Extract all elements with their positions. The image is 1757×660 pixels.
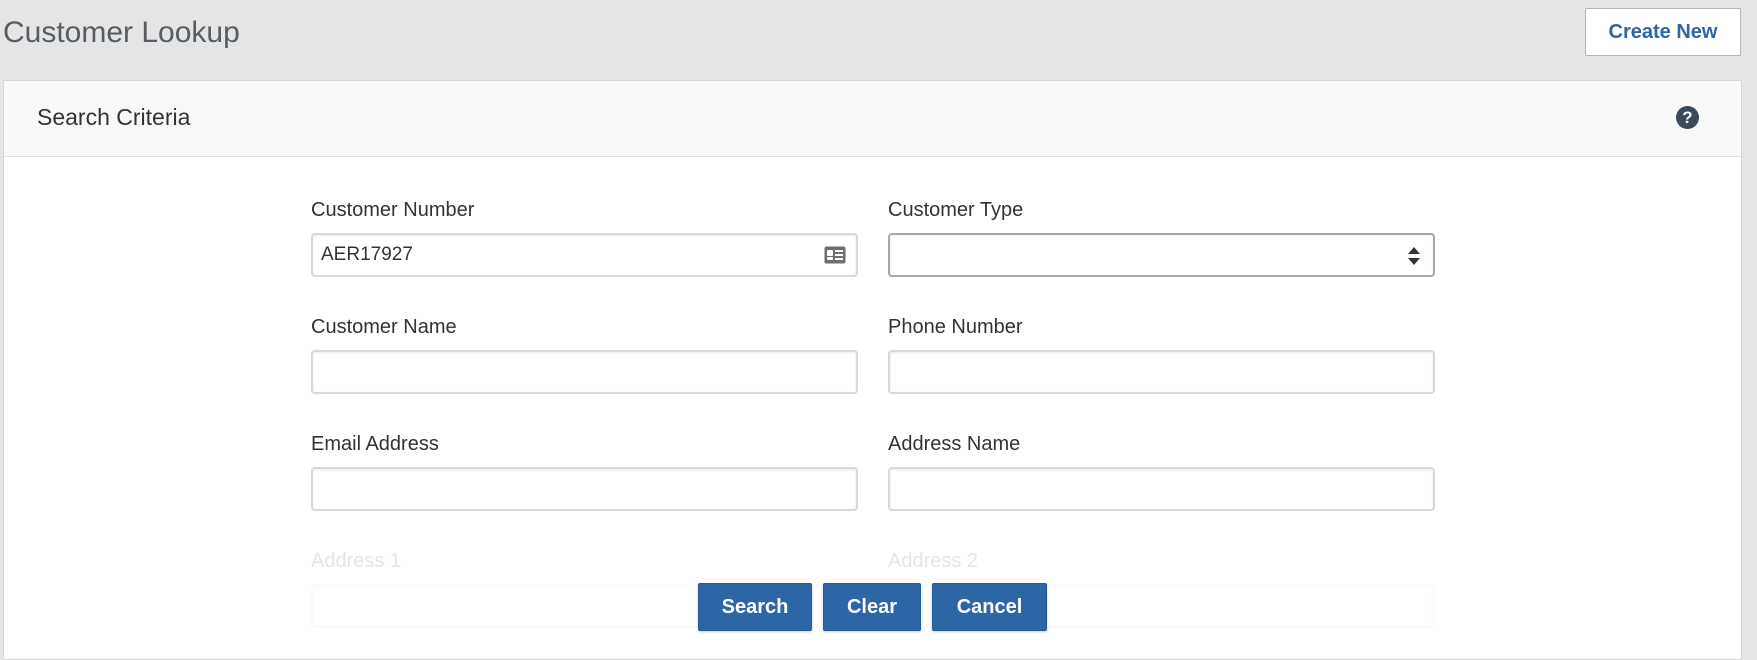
help-icon[interactable]: ? (1676, 106, 1699, 129)
customer-number-label: Customer Number (311, 199, 475, 221)
panel-heading: Search Criteria ? (4, 81, 1741, 157)
panel-title: Search Criteria (37, 104, 191, 130)
customer-number-input[interactable]: AER17927 (311, 233, 858, 277)
customer-name-label: Customer Name (311, 316, 457, 338)
search-criteria-panel: Search Criteria ? Customer Number AER179… (3, 80, 1742, 660)
address-name-input[interactable] (888, 467, 1435, 511)
page-title: Customer Lookup (3, 16, 240, 49)
email-address-input[interactable] (311, 467, 858, 511)
customer-number-value: AER17927 (321, 244, 413, 265)
address-1-label: Address 1 (311, 550, 402, 572)
address-2-label: Address 2 (888, 550, 979, 572)
phone-number-label: Phone Number (888, 316, 1023, 338)
address-name-label: Address Name (888, 433, 1021, 455)
customer-type-label: Customer Type (888, 199, 1024, 221)
id-card-icon[interactable] (824, 245, 846, 265)
select-arrows-icon (1408, 247, 1420, 265)
cancel-button[interactable]: Cancel (932, 583, 1047, 631)
clear-button[interactable]: Clear (823, 583, 921, 631)
customer-type-select[interactable] (888, 233, 1435, 277)
page-header: Customer Lookup Create New (0, 0, 1757, 80)
phone-number-input[interactable] (888, 350, 1435, 394)
create-new-button[interactable]: Create New (1585, 8, 1741, 56)
search-button[interactable]: Search (698, 583, 812, 631)
email-address-label: Email Address (311, 433, 439, 455)
customer-name-input[interactable] (311, 350, 858, 394)
